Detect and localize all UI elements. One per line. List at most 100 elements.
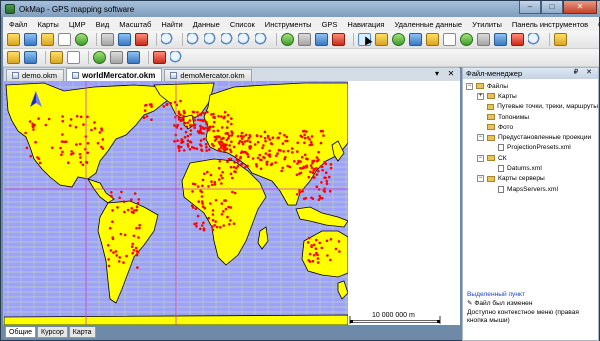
list-icon[interactable] [110, 51, 123, 64]
waypoint [300, 135, 304, 139]
track-icon[interactable] [443, 33, 456, 46]
menu-item-2[interactable]: ЦМР [69, 20, 86, 29]
pan-right-icon[interactable] [332, 33, 345, 46]
tab-close-button[interactable]: ✕ [446, 69, 456, 78]
settings-icon[interactable] [554, 33, 567, 46]
redo-icon[interactable] [170, 51, 183, 64]
menu-item-0[interactable]: Файл [9, 20, 27, 29]
expand-icon[interactable]: + [477, 92, 484, 100]
world-map[interactable]: 10 000 000 m [4, 81, 460, 325]
menu-item-9[interactable]: GPS [322, 20, 338, 29]
open-folder-icon[interactable] [7, 33, 20, 46]
paste-icon[interactable] [135, 33, 148, 46]
collapse-icon[interactable]: − [477, 154, 484, 162]
collapse-icon[interactable]: − [477, 175, 484, 183]
route-icon[interactable] [426, 33, 439, 46]
menu-item-1[interactable]: Карты [37, 20, 58, 29]
app-window: OkMap - GPS mapping software – □ ✕ Файл К… [0, 0, 600, 341]
tree-item[interactable]: + Карты [466, 91, 598, 101]
menu-item-8[interactable]: Инструменты [265, 20, 312, 29]
crosshair-icon[interactable] [375, 33, 388, 46]
export-icon[interactable] [41, 33, 54, 46]
pan-left-icon[interactable] [315, 33, 328, 46]
menu-item-11[interactable]: Удаленные данные [394, 20, 462, 29]
zoom-extent-icon[interactable] [221, 33, 234, 46]
tree-item[interactable]: − СК [466, 153, 598, 163]
zoom-in-icon[interactable] [187, 33, 200, 46]
menu-item-10[interactable]: Навигация [347, 20, 384, 29]
waypoint [230, 117, 233, 120]
route-add-icon[interactable] [7, 51, 20, 64]
zoom-window-icon[interactable] [238, 33, 251, 46]
edit-icon[interactable] [460, 33, 473, 46]
maximize-button[interactable]: □ [541, 1, 563, 14]
pan-down-icon[interactable] [298, 33, 311, 46]
collapse-icon[interactable]: − [477, 134, 484, 142]
track-add-icon[interactable] [50, 51, 63, 64]
waypoint [310, 245, 313, 248]
route-edit-icon[interactable] [24, 51, 37, 64]
measure-icon[interactable] [477, 33, 490, 46]
tree-item[interactable]: MapsServers.xml [466, 184, 598, 194]
copy-icon[interactable] [118, 33, 131, 46]
map-canvas[interactable]: 10 000 000 m [4, 81, 460, 325]
erase-icon[interactable] [511, 33, 524, 46]
waypoint [136, 250, 140, 254]
menu-item-12[interactable]: Утилиты [472, 20, 502, 29]
select-arrow-icon[interactable] [358, 33, 371, 46]
waypoint [201, 184, 204, 188]
toolbar-separator [549, 33, 550, 46]
tab-list-button[interactable]: ▾ [432, 69, 442, 78]
marker-icon[interactable] [528, 33, 541, 46]
waypoint [214, 220, 217, 223]
bottom-tab-1[interactable]: Курсор [37, 327, 68, 338]
bottom-tab-2[interactable]: Карта [68, 327, 96, 338]
select-rect-icon[interactable] [101, 33, 114, 46]
pan-up-icon[interactable] [281, 33, 294, 46]
zoom-out-icon[interactable] [204, 33, 217, 46]
waypoint [277, 149, 281, 152]
tree-item[interactable]: − Предустановленные проекции [466, 132, 598, 142]
tab-1[interactable]: worldMercator.okm [66, 68, 163, 81]
tree-item[interactable]: Топонимы [466, 112, 598, 122]
tree-item[interactable]: Фото [466, 122, 598, 132]
smile-icon[interactable] [392, 33, 405, 46]
waypoint [286, 149, 290, 153]
track-edit-icon[interactable] [67, 51, 80, 64]
delete-icon[interactable] [494, 33, 507, 46]
zoom-prev-icon[interactable] [255, 33, 268, 46]
print-icon[interactable] [58, 33, 71, 46]
undo-icon[interactable] [153, 51, 166, 64]
tab-0[interactable]: demo.okm [6, 69, 65, 81]
menu-item-13[interactable]: Панель инструментов [512, 20, 588, 29]
menu-item-5[interactable]: Найти [161, 20, 182, 29]
collapse-icon[interactable]: − [466, 82, 473, 90]
minimize-button[interactable]: – [519, 1, 541, 14]
tab-2[interactable]: demoMercator.okm [164, 69, 252, 81]
bottom-tab-0[interactable]: Общие [5, 327, 37, 338]
waypoint [208, 148, 211, 151]
save-icon[interactable] [24, 33, 37, 46]
altitude-icon[interactable] [93, 51, 106, 64]
export2-icon[interactable] [127, 51, 140, 64]
waypoint [131, 251, 134, 255]
waypoint [185, 125, 189, 128]
waypoint-icon[interactable] [409, 33, 422, 46]
menu-item-6[interactable]: Данные [193, 20, 220, 29]
tree-item[interactable]: ProjectionPresets.xml [466, 143, 598, 153]
tree-item[interactable]: Путевые точки, треки, маршруты [466, 102, 598, 112]
waypoint [194, 207, 198, 210]
close-button[interactable]: ✕ [563, 1, 597, 14]
tree-item[interactable]: − Файлы [466, 81, 598, 91]
menu-item-3[interactable]: Вид [96, 20, 110, 29]
waypoint [134, 246, 138, 250]
menu-item-4[interactable]: Масштаб [119, 20, 151, 29]
waypoint [259, 167, 263, 171]
layers-icon[interactable] [161, 33, 174, 46]
waypoint [199, 227, 202, 231]
gps-icon[interactable] [75, 33, 88, 46]
tree-item[interactable]: − Карты серверы [466, 174, 598, 184]
dock-pin-close-buttons[interactable]: ₽ ✕ [574, 68, 595, 76]
menu-item-7[interactable]: Список [230, 20, 255, 29]
tree-item[interactable]: Datums.xml [466, 163, 598, 173]
